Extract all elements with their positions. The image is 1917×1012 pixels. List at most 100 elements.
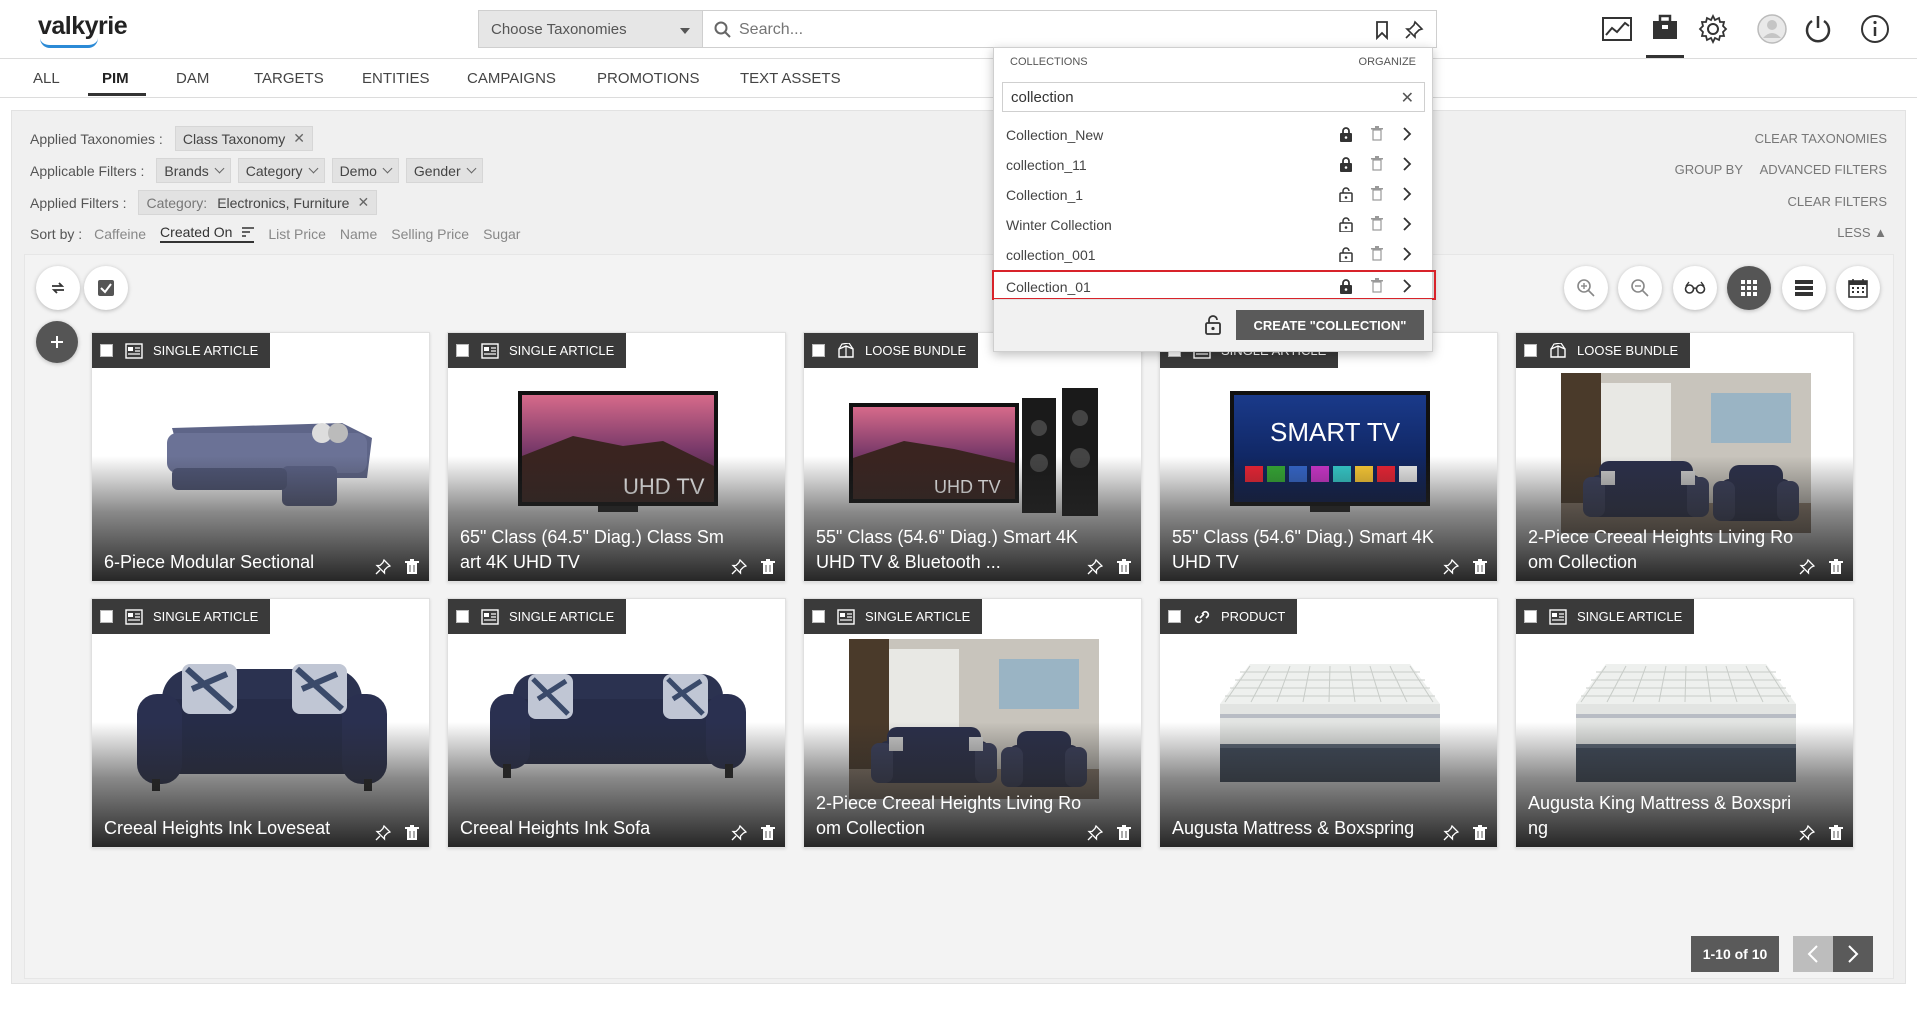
- filter-demo[interactable]: Demo: [331, 158, 399, 183]
- less-toggle[interactable]: LESS ▲: [1837, 225, 1887, 240]
- chevron-right-icon[interactable]: [1402, 278, 1412, 297]
- pin-icon[interactable]: [731, 825, 747, 841]
- card-checkbox[interactable]: [100, 344, 113, 357]
- product-card[interactable]: SINGLE ARTICLE Creeal Heights Ink Lovese…: [91, 598, 430, 848]
- lock-icon[interactable]: [1339, 156, 1353, 175]
- grid-view-button[interactable]: [1727, 266, 1771, 310]
- clear-taxonomies-link[interactable]: CLEAR TAXONOMIES: [1755, 131, 1887, 146]
- card-checkbox[interactable]: [100, 610, 113, 623]
- lock-open-icon[interactable]: [1339, 216, 1353, 235]
- sort-sugar[interactable]: Sugar: [483, 226, 520, 242]
- trash-icon[interactable]: [1371, 156, 1383, 174]
- sort-list-price[interactable]: List Price: [268, 226, 326, 242]
- zoom-in-button[interactable]: [1564, 266, 1608, 310]
- tab-dam[interactable]: DAM: [176, 70, 209, 87]
- power-icon[interactable]: [1799, 10, 1837, 48]
- lock-icon[interactable]: [1339, 126, 1353, 145]
- sort-name[interactable]: Name: [340, 226, 377, 242]
- card-checkbox[interactable]: [812, 610, 825, 623]
- pin-icon[interactable]: [1799, 825, 1815, 841]
- lock-open-icon[interactable]: [1204, 314, 1222, 336]
- product-card[interactable]: SINGLE ARTICLE 2-Piece Creeal Heights Li…: [803, 598, 1142, 848]
- tab-targets[interactable]: TARGETS: [254, 70, 324, 87]
- collection-item[interactable]: collection_001: [994, 240, 1434, 270]
- add-button[interactable]: [36, 321, 78, 363]
- lock-open-icon[interactable]: [1339, 246, 1353, 265]
- close-icon[interactable]: ✕: [293, 130, 305, 147]
- collection-item[interactable]: Collection_New: [994, 120, 1434, 150]
- trash-icon[interactable]: [1117, 559, 1131, 575]
- chevron-right-icon[interactable]: [1402, 156, 1412, 175]
- next-page-button[interactable]: [1833, 936, 1873, 972]
- chevron-right-icon[interactable]: [1402, 246, 1412, 265]
- collection-search-input[interactable]: [1011, 87, 1391, 107]
- pin-icon[interactable]: [375, 559, 391, 575]
- card-checkbox[interactable]: [1524, 344, 1537, 357]
- trash-icon[interactable]: [405, 825, 419, 841]
- tab-text-assets[interactable]: TEXT ASSETS: [740, 70, 841, 87]
- trash-icon[interactable]: [1371, 186, 1383, 204]
- filter-brands[interactable]: Brands: [156, 158, 231, 183]
- trash-icon[interactable]: [1371, 216, 1383, 234]
- bookmark-icon[interactable]: [1372, 20, 1392, 40]
- trash-icon[interactable]: [405, 559, 419, 575]
- trash-icon[interactable]: [761, 559, 775, 575]
- product-card[interactable]: LOOSE BUNDLE 2-Piece Creeal Heights Livi…: [1515, 332, 1854, 582]
- dashboard-chart-icon[interactable]: [1598, 10, 1636, 48]
- trash-icon[interactable]: [1371, 126, 1383, 144]
- prev-page-button[interactable]: [1793, 936, 1833, 972]
- chevron-right-icon[interactable]: [1402, 216, 1412, 235]
- collection-item[interactable]: Collection_1: [994, 180, 1434, 210]
- tab-all[interactable]: ALL: [33, 70, 60, 87]
- zoom-out-button[interactable]: [1618, 266, 1662, 310]
- taxonomy-select[interactable]: Choose Taxonomies: [478, 10, 702, 48]
- close-icon[interactable]: ✕: [357, 194, 369, 211]
- pin-icon[interactable]: [1443, 559, 1459, 575]
- collection-item[interactable]: Collection_01: [992, 270, 1436, 300]
- group-by-link[interactable]: GROUP BY: [1675, 162, 1743, 177]
- collection-item[interactable]: collection_11: [994, 150, 1434, 180]
- chevron-right-icon[interactable]: [1402, 186, 1412, 205]
- organize-link[interactable]: ORGANIZE: [1359, 56, 1416, 68]
- card-checkbox[interactable]: [1524, 610, 1537, 623]
- card-checkbox[interactable]: [456, 610, 469, 623]
- advanced-filters-link[interactable]: ADVANCED FILTERS: [1760, 162, 1887, 177]
- tab-promotions[interactable]: PROMOTIONS: [597, 70, 700, 87]
- product-card[interactable]: SINGLE ARTICLE UHD TV 65" Class (64.5" D…: [447, 332, 786, 582]
- search-input[interactable]: [739, 17, 1339, 43]
- trash-icon[interactable]: [1829, 559, 1843, 575]
- collection-item[interactable]: Winter Collection: [994, 210, 1434, 240]
- trash-icon[interactable]: [1371, 278, 1383, 296]
- select-all-button[interactable]: [84, 266, 128, 310]
- trash-icon[interactable]: [1829, 825, 1843, 841]
- pin-icon[interactable]: [1087, 825, 1103, 841]
- close-icon[interactable]: ✕: [1401, 88, 1414, 108]
- trash-icon[interactable]: [1117, 825, 1131, 841]
- avatar-icon[interactable]: [1753, 10, 1791, 48]
- product-card[interactable]: SINGLE ARTICLE SMART TV 55" Class (54.6"…: [1159, 332, 1498, 582]
- tab-entities[interactable]: ENTITIES: [362, 70, 430, 87]
- info-icon[interactable]: [1856, 10, 1894, 48]
- sort-selling-price[interactable]: Selling Price: [391, 226, 469, 242]
- create-collection-button[interactable]: CREATE "COLLECTION": [1236, 310, 1424, 340]
- list-view-button[interactable]: [1782, 266, 1826, 310]
- trash-icon[interactable]: [1473, 559, 1487, 575]
- product-card[interactable]: SINGLE ARTICLE 6-Piece Modular Sectional: [91, 332, 430, 582]
- trash-icon[interactable]: [1473, 825, 1487, 841]
- sort-created-on[interactable]: Created On: [160, 224, 255, 243]
- preview-button[interactable]: [1673, 266, 1717, 310]
- pin-icon[interactable]: [1443, 825, 1459, 841]
- clear-filters-link[interactable]: CLEAR FILTERS: [1788, 194, 1887, 209]
- pin-icon[interactable]: [1087, 559, 1103, 575]
- filter-gender[interactable]: Gender: [405, 158, 483, 183]
- product-card[interactable]: LOOSE BUNDLE UHD TV 55" Class (54.6" Dia…: [803, 332, 1142, 582]
- refresh-button[interactable]: [36, 266, 80, 310]
- filter-category[interactable]: Category: [237, 158, 325, 183]
- card-checkbox[interactable]: [1168, 610, 1181, 623]
- card-checkbox[interactable]: [456, 344, 469, 357]
- product-card[interactable]: SINGLE ARTICLE Creeal Heights Ink Sofa: [447, 598, 786, 848]
- lock-open-icon[interactable]: [1339, 186, 1353, 205]
- chevron-right-icon[interactable]: [1402, 126, 1412, 145]
- sort-caffeine[interactable]: Caffeine: [94, 226, 146, 242]
- trash-icon[interactable]: [761, 825, 775, 841]
